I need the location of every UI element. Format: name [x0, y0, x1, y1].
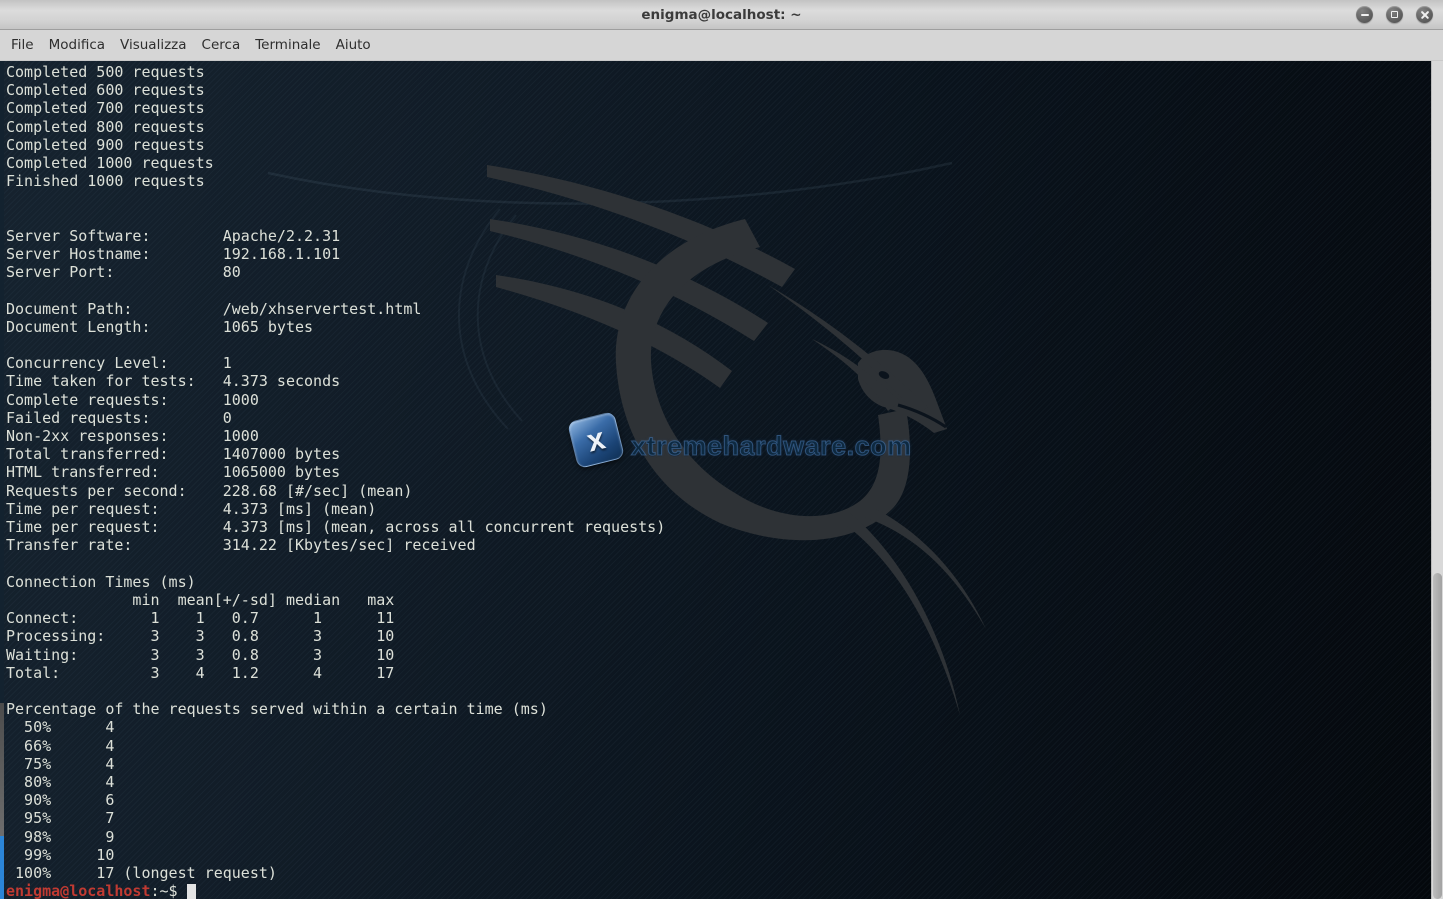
menu-item-terminale[interactable]: Terminale	[254, 35, 321, 55]
menu-item-cerca[interactable]: Cerca	[201, 35, 242, 55]
menu-item-modifica[interactable]: Modifica	[48, 35, 106, 55]
window-titlebar: enigma@localhost: ~	[0, 0, 1443, 30]
xtremehardware-watermark-text: xtremehardware.com	[631, 431, 912, 462]
terminal-cursor	[187, 884, 196, 899]
menu-item-aiuto[interactable]: Aiuto	[335, 35, 372, 55]
screen-edge-strip-dark	[0, 61, 4, 703]
scrollbar[interactable]	[1431, 61, 1443, 899]
close-button[interactable]	[1416, 6, 1433, 23]
scrollbar-thumb[interactable]	[1433, 573, 1442, 899]
maximize-button[interactable]	[1386, 6, 1403, 23]
terminal-output: Completed 500 requests Completed 600 req…	[6, 63, 665, 882]
minimize-icon	[1361, 14, 1369, 16]
prompt-line: enigma@localhost:~$	[6, 882, 196, 899]
menu-item-file[interactable]: File	[10, 35, 35, 55]
prompt-user-host: enigma@localhost	[6, 882, 151, 899]
window-controls	[1356, 6, 1433, 23]
maximize-icon	[1391, 11, 1398, 18]
prompt-suffix: :~$	[151, 882, 178, 899]
screen-edge-strip-blue	[0, 836, 4, 899]
screen-edge-strip-gray	[0, 703, 4, 836]
menubar: File Modifica Visualizza Cerca Terminale…	[0, 30, 1443, 61]
terminal-screen[interactable]: x xtremehardware.com Completed 500 reque…	[0, 61, 1443, 899]
minimize-button[interactable]	[1356, 6, 1373, 23]
window-title: enigma@localhost: ~	[641, 7, 801, 23]
close-icon	[1420, 10, 1430, 20]
menu-item-visualizza[interactable]: Visualizza	[119, 35, 188, 55]
